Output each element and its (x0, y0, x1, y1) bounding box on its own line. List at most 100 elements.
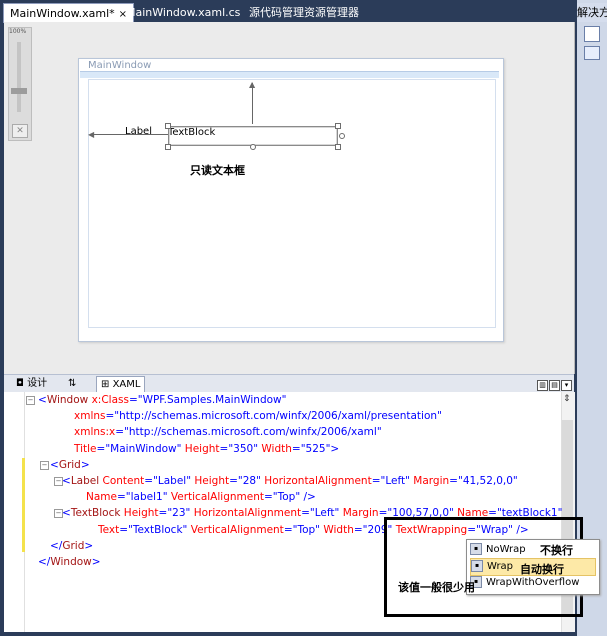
code-line[interactable]: </Window> (38, 555, 101, 569)
code-token: Top (297, 523, 316, 536)
resize-handle[interactable] (335, 123, 341, 129)
fold-toggle-icon[interactable]: − (26, 396, 35, 405)
code-token: Left (314, 507, 335, 520)
code-token: </ (50, 539, 63, 552)
code-line[interactable]: <Grid> (50, 458, 90, 472)
code-token: Label (70, 475, 103, 487)
code-token: " (512, 475, 518, 487)
textblock-text: TextBlock (168, 127, 216, 138)
collapse-pane-icon[interactable]: ▾ (561, 380, 572, 391)
code-token: =" (371, 475, 386, 487)
window-client-area[interactable] (88, 79, 496, 328)
code-token: Text (98, 523, 120, 536)
code-token: Window (46, 394, 92, 406)
code-token: HorizontalAlignment (264, 475, 372, 487)
zoom-track[interactable] (17, 42, 21, 112)
tab-source-control-explorer[interactable]: 源代码管理资源管理器 (243, 3, 365, 22)
split-view-bar (4, 374, 574, 393)
zoom-thumb[interactable] (11, 88, 27, 94)
fold-toggle-icon[interactable]: − (40, 461, 49, 470)
tab-label: MainWindow.xaml* (10, 7, 115, 20)
swap-panes-button[interactable]: ⇅ (64, 376, 80, 391)
zoom-fit-icon[interactable]: ✕ (12, 124, 28, 138)
code-token: xmlns (74, 410, 106, 423)
code-token: Margin (413, 475, 450, 487)
tab-xaml-label: XAML (112, 379, 141, 390)
code-token: =" (263, 491, 278, 504)
code-token: > (80, 458, 90, 471)
code-token: Height (194, 475, 230, 487)
tab-design[interactable]: ◘ 设计 (12, 376, 51, 391)
label-control[interactable]: Label (125, 126, 152, 137)
intellisense-item-wrapwithoverflow[interactable]: ▪ WrapWithOverflow (470, 575, 596, 591)
code-token: 350 (233, 442, 254, 455)
change-indicator (22, 458, 25, 552)
code-line[interactable]: xmlns:x="http://schemas.microsoft.com/wi… (74, 425, 382, 439)
code-token: =" (105, 410, 120, 423)
code-token: xmlns:x (74, 426, 116, 439)
properties-icon[interactable] (584, 26, 600, 42)
annotation-rarely-used: 该值一般很少用 (398, 581, 475, 594)
tab-mainwindow-xaml[interactable]: MainWindow.xaml* × (3, 3, 135, 23)
code-token: 525 (305, 442, 326, 455)
horizontal-split-icon[interactable]: ▤ (549, 380, 560, 391)
code-token: http://schemas.microsoft.com/winfx/2006/… (119, 410, 438, 423)
item-label: NoWrap (486, 544, 526, 555)
code-line[interactable]: Title="MainWindow" Height="350" Width="5… (74, 442, 339, 456)
intellisense-item-nowrap[interactable]: ▪ NoWrap (470, 542, 596, 558)
code-token: Width (261, 442, 292, 455)
top-margin-adorner (252, 83, 253, 124)
tab-design-label: 设计 (27, 378, 48, 389)
toolbox-icon[interactable] (584, 46, 600, 60)
tab-mainwindow-xaml-cs[interactable]: MainWindow.xaml.cs (120, 3, 246, 22)
code-token: Height (184, 442, 220, 455)
tab-xaml[interactable]: ⊞ XAML (96, 376, 146, 392)
code-token: HorizontalAlignment (193, 507, 302, 520)
code-token: Width (323, 523, 354, 536)
item-label: Wrap (487, 561, 514, 572)
window-title: MainWindow (88, 60, 152, 71)
code-token: =" (229, 475, 243, 487)
code-token: " (334, 507, 343, 520)
code-line[interactable]: </Grid> (50, 539, 93, 553)
code-token: < (38, 394, 47, 406)
resize-handle[interactable] (165, 123, 171, 129)
code-token: 28 (242, 475, 257, 487)
xaml-view-icon: ⊞ (101, 379, 110, 390)
enum-value-icon: ▪ (471, 560, 483, 572)
resize-handle[interactable] (335, 144, 341, 150)
code-line[interactable]: Name="label1" VerticalAlignment="Top" /> (86, 490, 316, 504)
enum-value-icon: ▪ (470, 543, 482, 555)
split-handle-icon[interactable]: ⇕ (563, 394, 571, 404)
resize-handle[interactable] (339, 133, 345, 139)
code-token: =" (291, 442, 306, 455)
tab-label: MainWindow.xaml.cs (126, 6, 241, 19)
code-token: =" (449, 475, 463, 487)
code-token: =" (128, 394, 143, 406)
left-arrow-icon: ◀ (88, 130, 95, 139)
code-token: VerticalAlignment (170, 491, 264, 504)
resize-handle[interactable] (165, 144, 171, 150)
resize-handle[interactable] (250, 144, 256, 150)
code-line[interactable]: xmlns="http://schemas.microsoft.com/winf… (74, 409, 442, 423)
code-line[interactable]: <Label Content="Label" Height="28" Horiz… (62, 474, 518, 488)
code-token: label1 (130, 491, 163, 504)
code-token: 23 (172, 507, 186, 520)
code-token: =" (353, 523, 368, 536)
code-token: WPF.Samples.MainWindow (142, 394, 282, 406)
code-token: =" (158, 507, 173, 520)
code-token: > (84, 539, 94, 552)
item-label: WrapWithOverflow (486, 577, 580, 588)
design-view-icon: ◘ (16, 378, 24, 389)
code-token: =" (301, 507, 315, 520)
vertical-split-icon[interactable]: ▥ (537, 380, 548, 391)
code-token: " (162, 491, 171, 504)
code-token: < (50, 458, 59, 471)
code-token: Title (74, 442, 97, 455)
code-line[interactable]: <Window x:Class="WPF.Samples.MainWindow" (38, 393, 287, 407)
code-token: Content (102, 475, 145, 487)
solution-explorer-tab[interactable]: 解决方 (577, 3, 607, 22)
code-token: TextBlock (70, 507, 124, 520)
up-arrow-icon: ▲ (249, 80, 256, 89)
code-token: =" (219, 442, 234, 455)
